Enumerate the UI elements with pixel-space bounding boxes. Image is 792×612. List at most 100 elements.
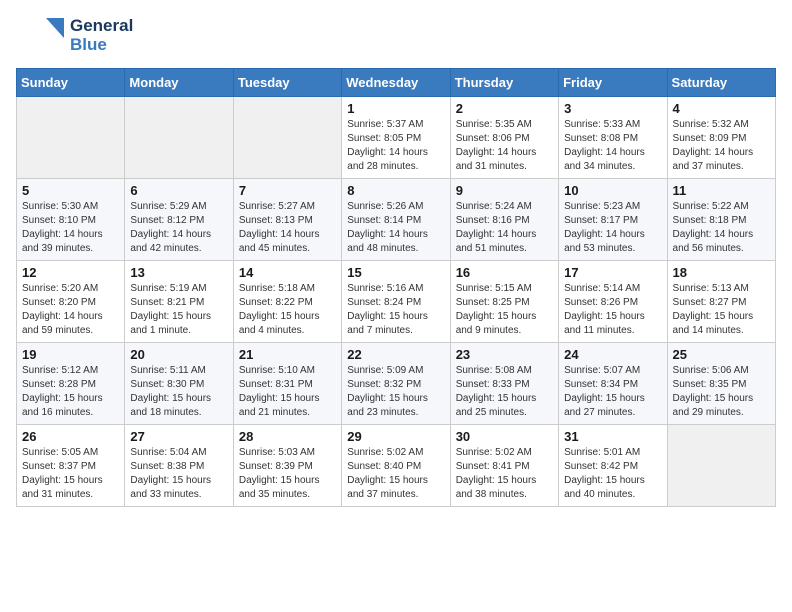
calendar-week-row: 19 Sunrise: 5:12 AM Sunset: 8:28 PM Dayli…: [17, 343, 776, 425]
weekday-header: Tuesday: [233, 69, 341, 97]
calendar-cell: 22 Sunrise: 5:09 AM Sunset: 8:32 PM Dayli…: [342, 343, 450, 425]
day-info: Sunrise: 5:03 AM Sunset: 8:39 PM Dayligh…: [239, 446, 336, 502]
day-number: 30: [456, 429, 553, 444]
day-number: 15: [347, 265, 444, 280]
logo: GeneralBlue: [16, 16, 133, 56]
logo-svg: [16, 16, 66, 56]
calendar-cell: 31 Sunrise: 5:01 AM Sunset: 8:42 PM Dayli…: [559, 425, 667, 507]
day-info: Sunrise: 5:07 AM Sunset: 8:34 PM Dayligh…: [564, 364, 661, 420]
day-info: Sunrise: 5:01 AM Sunset: 8:42 PM Dayligh…: [564, 446, 661, 502]
day-info: Sunrise: 5:35 AM Sunset: 8:06 PM Dayligh…: [456, 118, 553, 174]
calendar-cell: 26Sunrise: 5:05 AM Sunset: 8:37 PM Dayli…: [17, 425, 125, 507]
calendar-cell: 10Sunrise: 5:23 AM Sunset: 8:17 PM Dayli…: [559, 179, 667, 261]
calendar-cell: 25 Sunrise: 5:06 AM Sunset: 8:35 PM Dayli…: [667, 343, 775, 425]
calendar-cell: 8 Sunrise: 5:26 AM Sunset: 8:14 PM Daylig…: [342, 179, 450, 261]
day-number: 16: [456, 265, 553, 280]
day-info: Sunrise: 5:30 AM Sunset: 8:10 PM Dayligh…: [22, 200, 119, 256]
calendar-header: SundayMondayTuesdayWednesdayThursdayFrid…: [17, 69, 776, 97]
day-number: 7: [239, 183, 336, 198]
calendar-cell: 6Sunrise: 5:29 AM Sunset: 8:12 PM Daylig…: [125, 179, 233, 261]
day-info: Sunrise: 5:09 AM Sunset: 8:32 PM Dayligh…: [347, 364, 444, 420]
day-info: Sunrise: 5:13 AM Sunset: 8:27 PM Dayligh…: [673, 282, 770, 338]
calendar-cell: 29Sunrise: 5:02 AM Sunset: 8:40 PM Dayli…: [342, 425, 450, 507]
day-number: 13: [130, 265, 227, 280]
calendar-cell: 14 Sunrise: 5:18 AM Sunset: 8:22 PM Dayli…: [233, 261, 341, 343]
day-number: 12: [22, 265, 119, 280]
day-info: Sunrise: 5:14 AM Sunset: 8:26 PM Dayligh…: [564, 282, 661, 338]
weekday-header: Wednesday: [342, 69, 450, 97]
day-number: 31: [564, 429, 661, 444]
calendar-cell: 30 Sunrise: 5:02 AM Sunset: 8:41 PM Dayli…: [450, 425, 558, 507]
day-number: 29: [347, 429, 444, 444]
day-info: Sunrise: 5:02 AM Sunset: 8:41 PM Dayligh…: [456, 446, 553, 502]
day-number: 18: [673, 265, 770, 280]
day-info: Sunrise: 5:05 AM Sunset: 8:37 PM Dayligh…: [22, 446, 119, 502]
calendar-cell: 20 Sunrise: 5:11 AM Sunset: 8:30 PM Dayli…: [125, 343, 233, 425]
day-number: 17: [564, 265, 661, 280]
page-header: GeneralBlue: [16, 16, 776, 56]
weekday-header: Monday: [125, 69, 233, 97]
calendar-table: SundayMondayTuesdayWednesdayThursdayFrid…: [16, 68, 776, 507]
day-info: Sunrise: 5:12 AM Sunset: 8:28 PM Dayligh…: [22, 364, 119, 420]
day-info: Sunrise: 5:06 AM Sunset: 8:35 PM Dayligh…: [673, 364, 770, 420]
day-number: 2: [456, 101, 553, 116]
calendar-cell: 7Sunrise: 5:27 AM Sunset: 8:13 PM Daylig…: [233, 179, 341, 261]
day-number: 9: [456, 183, 553, 198]
calendar-cell: 18 Sunrise: 5:13 AM Sunset: 8:27 PM Dayli…: [667, 261, 775, 343]
calendar-cell: 27 Sunrise: 5:04 AM Sunset: 8:38 PM Dayli…: [125, 425, 233, 507]
calendar-cell: 15 Sunrise: 5:16 AM Sunset: 8:24 PM Dayli…: [342, 261, 450, 343]
day-number: 21: [239, 347, 336, 362]
day-info: Sunrise: 5:32 AM Sunset: 8:09 PM Dayligh…: [673, 118, 770, 174]
calendar-cell: 5 Sunrise: 5:30 AM Sunset: 8:10 PM Daylig…: [17, 179, 125, 261]
day-info: Sunrise: 5:26 AM Sunset: 8:14 PM Dayligh…: [347, 200, 444, 256]
calendar-week-row: 5 Sunrise: 5:30 AM Sunset: 8:10 PM Daylig…: [17, 179, 776, 261]
day-info: Sunrise: 5:37 AM Sunset: 8:05 PM Dayligh…: [347, 118, 444, 174]
day-info: Sunrise: 5:18 AM Sunset: 8:22 PM Dayligh…: [239, 282, 336, 338]
calendar-cell: 28 Sunrise: 5:03 AM Sunset: 8:39 PM Dayli…: [233, 425, 341, 507]
logo-general: General: [70, 17, 133, 36]
calendar-cell: [667, 425, 775, 507]
calendar-cell: [125, 97, 233, 179]
day-info: Sunrise: 5:23 AM Sunset: 8:17 PM Dayligh…: [564, 200, 661, 256]
day-number: 5: [22, 183, 119, 198]
calendar-cell: 3Sunrise: 5:33 AM Sunset: 8:08 PM Daylig…: [559, 97, 667, 179]
day-info: Sunrise: 5:11 AM Sunset: 8:30 PM Dayligh…: [130, 364, 227, 420]
calendar-cell: 11Sunrise: 5:22 AM Sunset: 8:18 PM Dayli…: [667, 179, 775, 261]
calendar-cell: 23 Sunrise: 5:08 AM Sunset: 8:33 PM Dayli…: [450, 343, 558, 425]
day-info: Sunrise: 5:04 AM Sunset: 8:38 PM Dayligh…: [130, 446, 227, 502]
day-number: 24: [564, 347, 661, 362]
day-number: 8: [347, 183, 444, 198]
calendar-cell: 24 Sunrise: 5:07 AM Sunset: 8:34 PM Dayli…: [559, 343, 667, 425]
day-number: 23: [456, 347, 553, 362]
day-number: 27: [130, 429, 227, 444]
day-info: Sunrise: 5:24 AM Sunset: 8:16 PM Dayligh…: [456, 200, 553, 256]
day-number: 25: [673, 347, 770, 362]
calendar-week-row: 26Sunrise: 5:05 AM Sunset: 8:37 PM Dayli…: [17, 425, 776, 507]
logo-blue: Blue: [70, 36, 133, 55]
calendar-cell: [233, 97, 341, 179]
calendar-cell: 13Sunrise: 5:19 AM Sunset: 8:21 PM Dayli…: [125, 261, 233, 343]
day-info: Sunrise: 5:22 AM Sunset: 8:18 PM Dayligh…: [673, 200, 770, 256]
day-info: Sunrise: 5:20 AM Sunset: 8:20 PM Dayligh…: [22, 282, 119, 338]
calendar-cell: 2 Sunrise: 5:35 AM Sunset: 8:06 PM Daylig…: [450, 97, 558, 179]
calendar-cell: 17 Sunrise: 5:14 AM Sunset: 8:26 PM Dayli…: [559, 261, 667, 343]
day-number: 3: [564, 101, 661, 116]
calendar-cell: 16Sunrise: 5:15 AM Sunset: 8:25 PM Dayli…: [450, 261, 558, 343]
day-info: Sunrise: 5:08 AM Sunset: 8:33 PM Dayligh…: [456, 364, 553, 420]
day-info: Sunrise: 5:29 AM Sunset: 8:12 PM Dayligh…: [130, 200, 227, 256]
day-number: 4: [673, 101, 770, 116]
day-number: 19: [22, 347, 119, 362]
day-number: 28: [239, 429, 336, 444]
weekday-header: Sunday: [17, 69, 125, 97]
day-number: 22: [347, 347, 444, 362]
day-number: 20: [130, 347, 227, 362]
calendar-cell: 4 Sunrise: 5:32 AM Sunset: 8:09 PM Daylig…: [667, 97, 775, 179]
calendar-cell: 12 Sunrise: 5:20 AM Sunset: 8:20 PM Dayli…: [17, 261, 125, 343]
calendar-cell: 9 Sunrise: 5:24 AM Sunset: 8:16 PM Daylig…: [450, 179, 558, 261]
day-info: Sunrise: 5:10 AM Sunset: 8:31 PM Dayligh…: [239, 364, 336, 420]
day-number: 14: [239, 265, 336, 280]
weekday-header: Saturday: [667, 69, 775, 97]
weekday-header: Friday: [559, 69, 667, 97]
calendar-cell: [17, 97, 125, 179]
day-info: Sunrise: 5:16 AM Sunset: 8:24 PM Dayligh…: [347, 282, 444, 338]
